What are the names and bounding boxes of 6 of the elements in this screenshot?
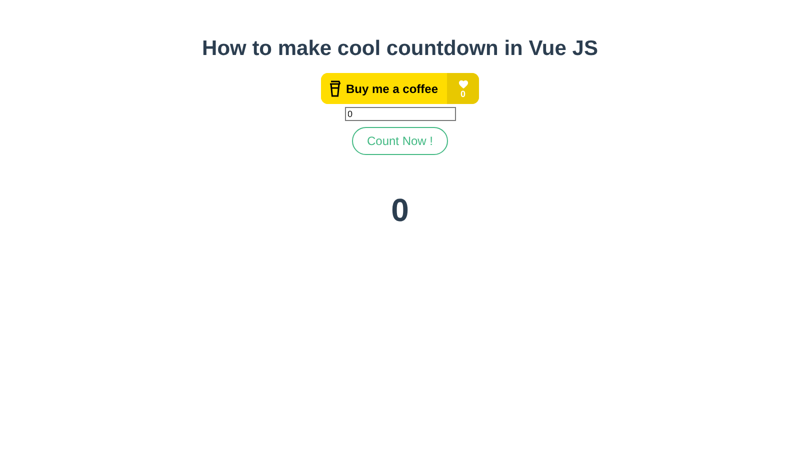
cup-icon <box>328 80 341 97</box>
page-title: How to make cool countdown in Vue JS <box>202 36 598 62</box>
count-input-field[interactable]: 0 <box>344 107 456 121</box>
countdown-number: 0 <box>391 191 409 230</box>
heart-icon <box>458 78 469 88</box>
likes-count: 0 <box>460 88 466 98</box>
